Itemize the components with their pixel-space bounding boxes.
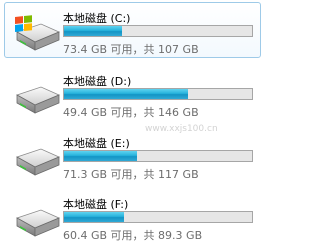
usage-bar xyxy=(63,150,253,162)
drive-capacity: 60.4 GB 可用，共 89.3 GB xyxy=(63,229,203,242)
usage-bar-fill xyxy=(64,151,138,161)
drive-label: 本地磁盘 (F:) xyxy=(63,198,129,211)
watermark: www.xxjs100.cn xyxy=(145,124,218,134)
hard-drive-icon xyxy=(11,140,61,178)
usage-bar-fill xyxy=(64,89,189,99)
usage-bar xyxy=(63,211,253,223)
drive-label: 本地磁盘 (E:) xyxy=(63,137,130,150)
drive-f[interactable]: 本地磁盘 (F:) 60.4 GB 可用，共 89.3 GB xyxy=(4,188,261,244)
drive-label: 本地磁盘 (D:) xyxy=(63,75,132,88)
drive-e[interactable]: 本地磁盘 (E:) 71.3 GB 可用，共 117 GB xyxy=(4,127,261,183)
drive-capacity: 49.4 GB 可用，共 146 GB xyxy=(63,106,199,119)
hard-drive-icon xyxy=(11,78,61,116)
drive-d[interactable]: 本地磁盘 (D:) 49.4 GB 可用，共 146 GB xyxy=(4,65,261,121)
windows-system-drive-icon xyxy=(11,15,61,53)
drive-capacity: 73.4 GB 可用，共 107 GB xyxy=(63,43,199,56)
drive-label: 本地磁盘 (C:) xyxy=(63,12,131,25)
usage-bar-fill xyxy=(64,212,125,222)
hard-drive-icon xyxy=(11,201,61,239)
usage-bar-fill xyxy=(64,26,123,36)
usage-bar xyxy=(63,88,253,100)
usage-bar xyxy=(63,25,253,37)
drive-c[interactable]: 本地磁盘 (C:) 73.4 GB 可用，共 107 GB xyxy=(4,2,261,58)
drive-capacity: 71.3 GB 可用，共 117 GB xyxy=(63,168,199,181)
